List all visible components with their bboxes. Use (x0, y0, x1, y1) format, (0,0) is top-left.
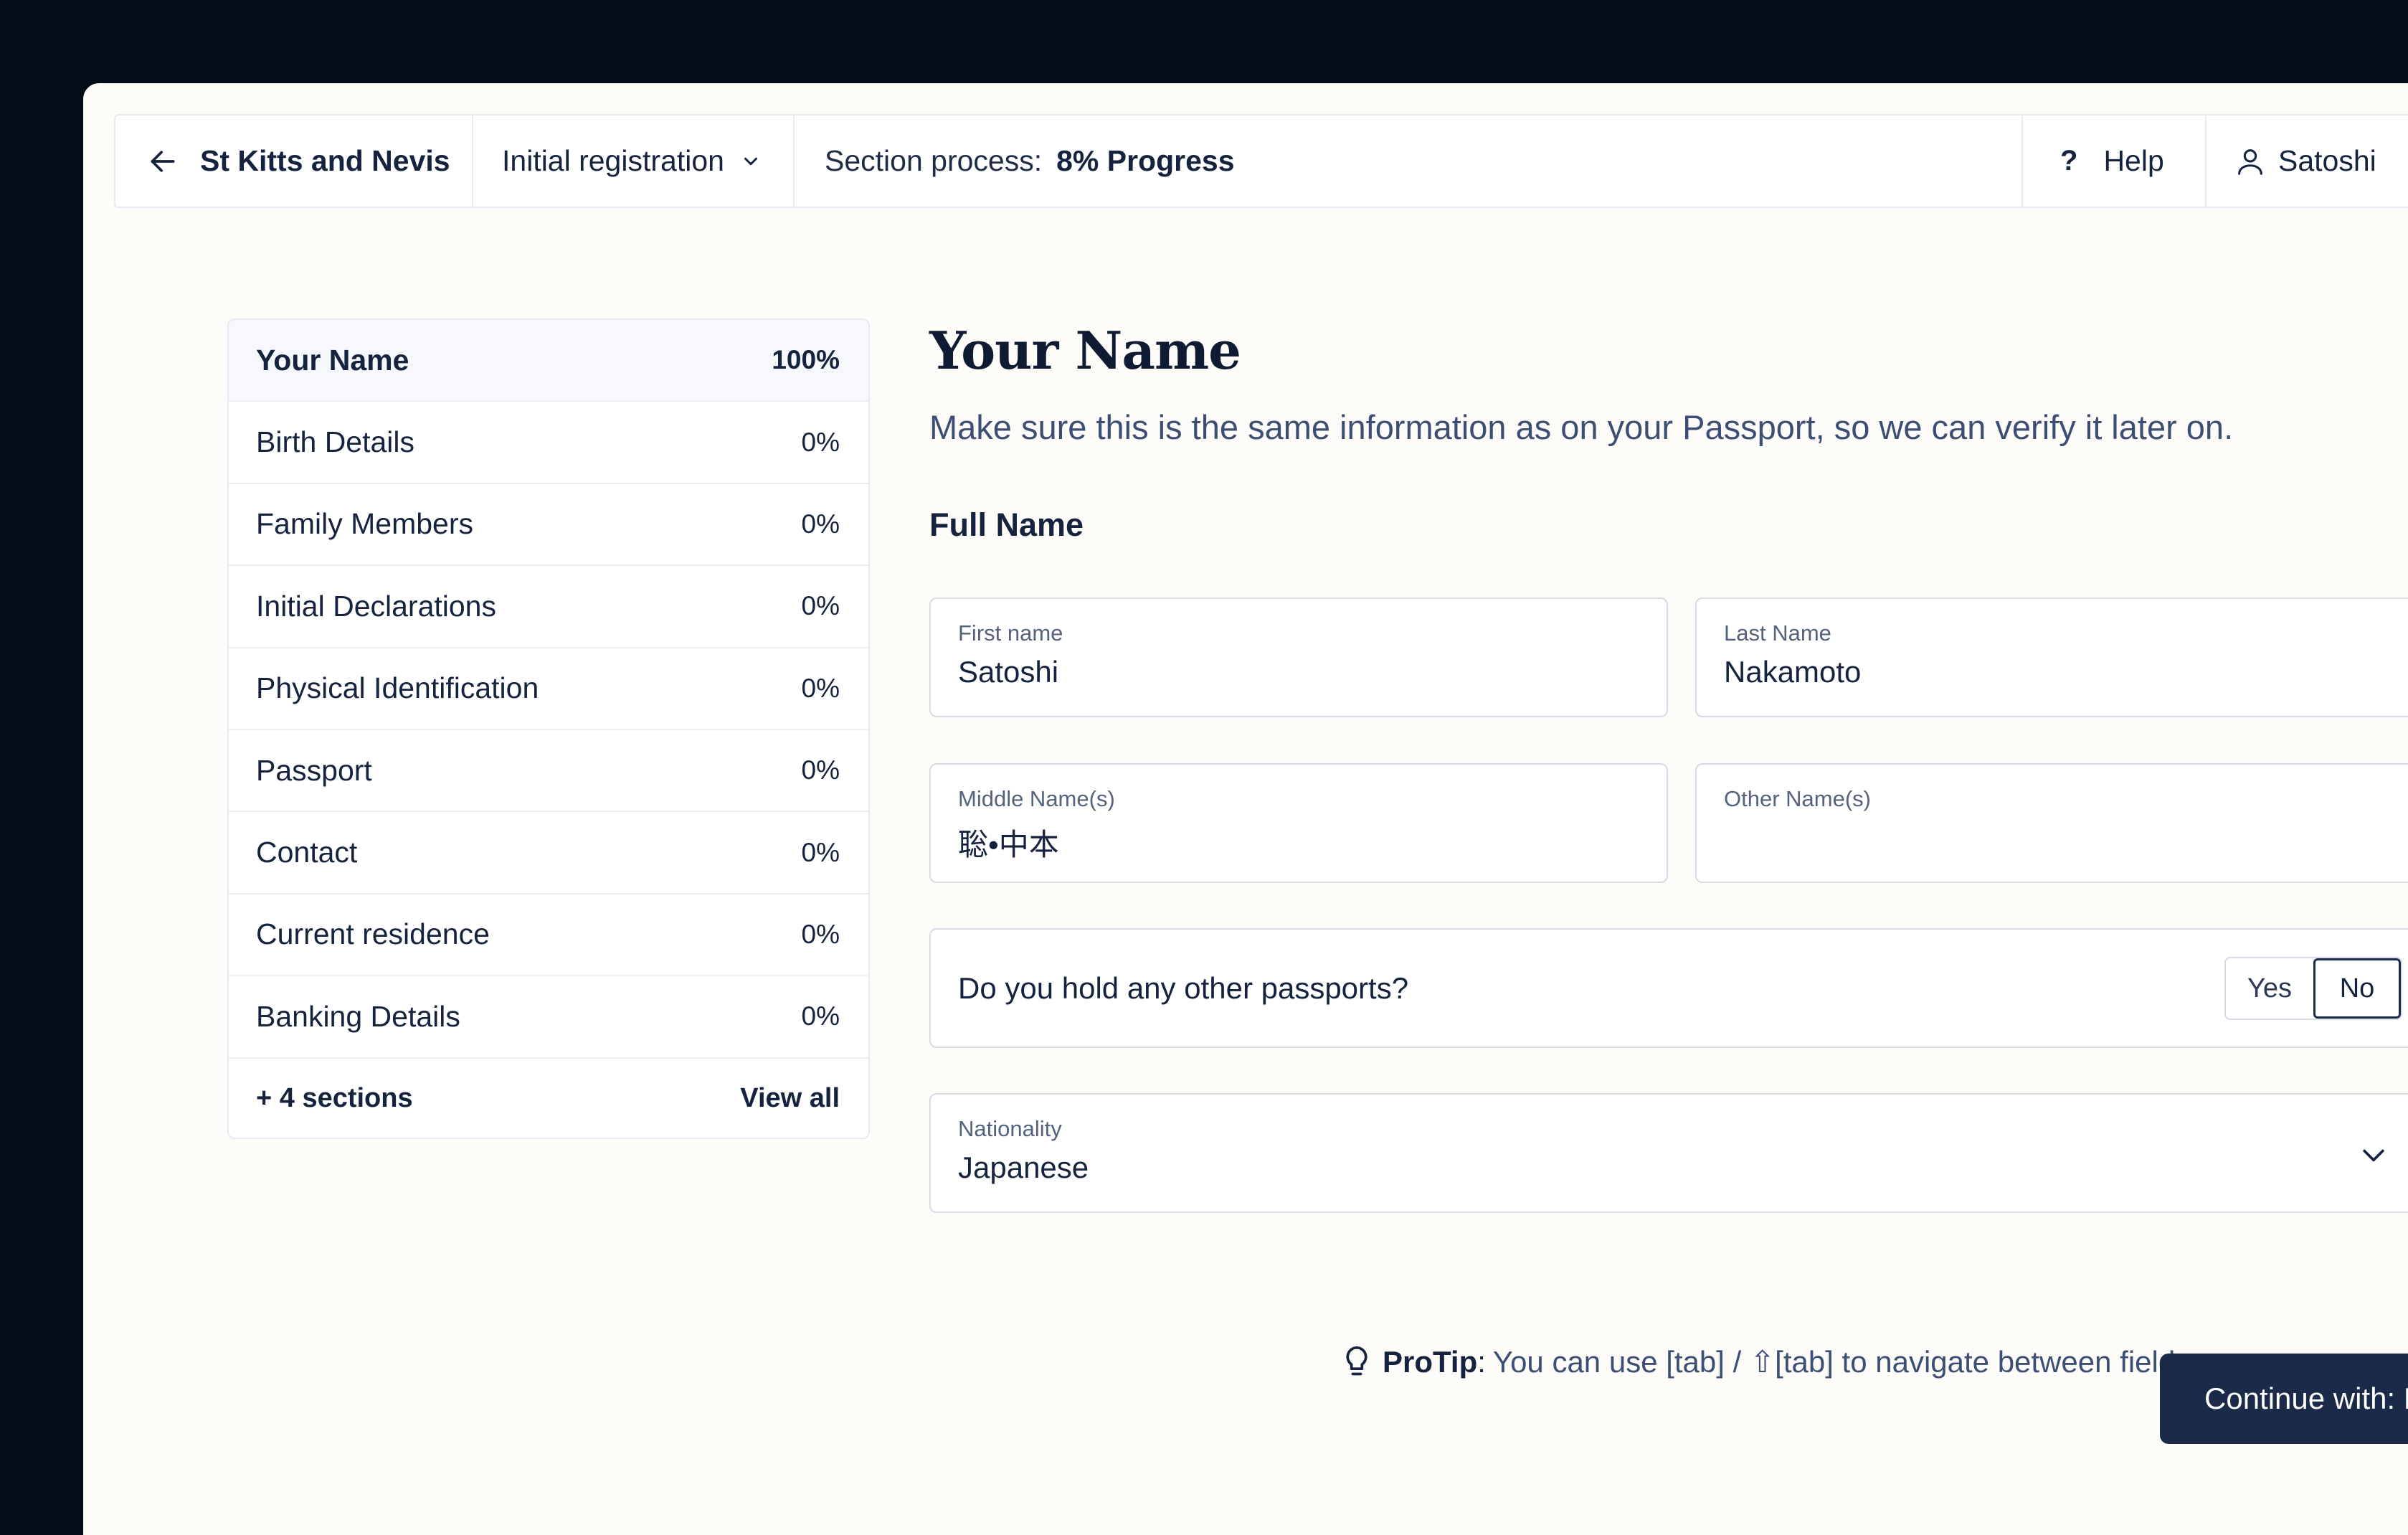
sidebar-item-percent: 0% (801, 755, 840, 785)
field-value: Japanese (958, 1151, 1089, 1184)
sidebar-item-percent: 0% (801, 1001, 840, 1031)
other-name-field[interactable]: Other Name(s) (1695, 763, 2408, 883)
protip-colon: : (1477, 1344, 1486, 1379)
protip-text: You can use [tab] / ⇧[tab] to navigate b… (1492, 1345, 2191, 1379)
registration-dropdown[interactable]: Initial registration (473, 115, 795, 207)
view-all-link[interactable]: View all (740, 1083, 840, 1114)
sidebar-item-percent: 0% (801, 919, 840, 949)
lightbulb-icon (1346, 1346, 1367, 1375)
sidebar-item-percent: 0% (801, 591, 840, 621)
sidebar-footer: + 4 sections View all (229, 1059, 868, 1138)
field-label: First name (958, 620, 1063, 646)
continue-button[interactable]: Continue with: Birth Details (2160, 1354, 2408, 1444)
sidebar-item-initial-declarations[interactable]: Initial Declarations 0% (229, 566, 868, 648)
field-label: Middle Name(s) (958, 786, 1115, 811)
sidebar-item-contact[interactable]: Contact 0% (229, 812, 868, 894)
field-value: Nakamoto (1724, 655, 1862, 689)
chevron-down-icon (744, 157, 757, 165)
sidebar-item-label: Passport (256, 753, 372, 787)
field-label: Nationality (958, 1116, 1062, 1141)
main-content: Your Name Make sure this is the same inf… (929, 83, 2408, 1535)
back-label: St Kitts and Nevis (200, 144, 450, 177)
no-option[interactable]: No (2313, 958, 2401, 1019)
registration-label: Initial registration (502, 144, 724, 177)
last-name-field[interactable]: Last Name Nakamoto (1695, 598, 2408, 717)
sidebar-item-passport[interactable]: Passport 0% (229, 730, 868, 813)
sidebar-item-current-residence[interactable]: Current residence 0% (229, 894, 868, 977)
app-window: St Kitts and Nevis Initial registration … (83, 83, 2408, 1535)
sidebar-item-label: Birth Details (256, 425, 415, 459)
section-label: Full Name (929, 506, 1084, 543)
sidebar-item-birth-details[interactable]: Birth Details 0% (229, 402, 868, 484)
sidebar-item-label: Family Members (256, 507, 473, 541)
sidebar-item-percent: 0% (801, 673, 840, 703)
page-title: Your Name (929, 320, 1241, 381)
sidebar-item-label: Current residence (256, 917, 490, 951)
field-label: Last Name (1724, 620, 1831, 646)
back-button[interactable]: St Kitts and Nevis (115, 115, 473, 207)
nationality-select[interactable]: Nationality Japanese (929, 1093, 2408, 1213)
first-name-field[interactable]: First name Satoshi (929, 598, 1668, 717)
middle-name-field[interactable]: Middle Name(s) 聡•中本 (929, 763, 1668, 883)
sidebar-item-your-name[interactable]: Your Name 100% (229, 320, 868, 402)
protip-label: ProTip (1383, 1344, 1478, 1379)
yes-option[interactable]: Yes (2226, 958, 2313, 1019)
sidebar-item-banking-details[interactable]: Banking Details 0% (229, 976, 868, 1059)
field-label: Other Name(s) (1724, 786, 1871, 811)
more-sections-label: + 4 sections (256, 1083, 413, 1114)
sidebar-item-physical-identification[interactable]: Physical Identification 0% (229, 648, 868, 730)
sidebar-item-family-members[interactable]: Family Members 0% (229, 484, 868, 567)
sidebar-item-label: Contact (256, 836, 358, 869)
sidebar-item-label: Physical Identification (256, 671, 539, 705)
sidebar-item-label: Your Name (256, 343, 409, 377)
field-value: Satoshi (958, 655, 1059, 689)
sidebar-item-label: Banking Details (256, 999, 460, 1033)
sidebar-item-percent: 0% (801, 427, 840, 457)
chevron-down-icon (2363, 1149, 2384, 1162)
field-value: 聡•中本 (958, 828, 1059, 861)
protip: ProTip : You can use [tab] / ⇧[tab] to n… (1341, 1344, 2190, 1379)
sidebar-item-percent: 0% (801, 509, 840, 539)
sidebar-item-percent: 100% (772, 345, 840, 375)
sidebar-item-label: Initial Declarations (256, 589, 496, 623)
page-subtitle: Make sure this is the same information a… (929, 408, 2234, 446)
arrow-left-icon (151, 150, 175, 172)
sidebar-item-percent: 0% (801, 837, 840, 867)
other-passports-question: Do you hold any other passports? (929, 928, 2408, 1048)
question-label: Do you hold any other passports? (958, 970, 1409, 1005)
continue-label: Continue with: Birth Details (2204, 1382, 2408, 1415)
sections-sidebar: Your Name 100% Birth Details 0% Family M… (227, 318, 870, 1139)
yes-no-toggle: Yes No (2224, 957, 2402, 1020)
